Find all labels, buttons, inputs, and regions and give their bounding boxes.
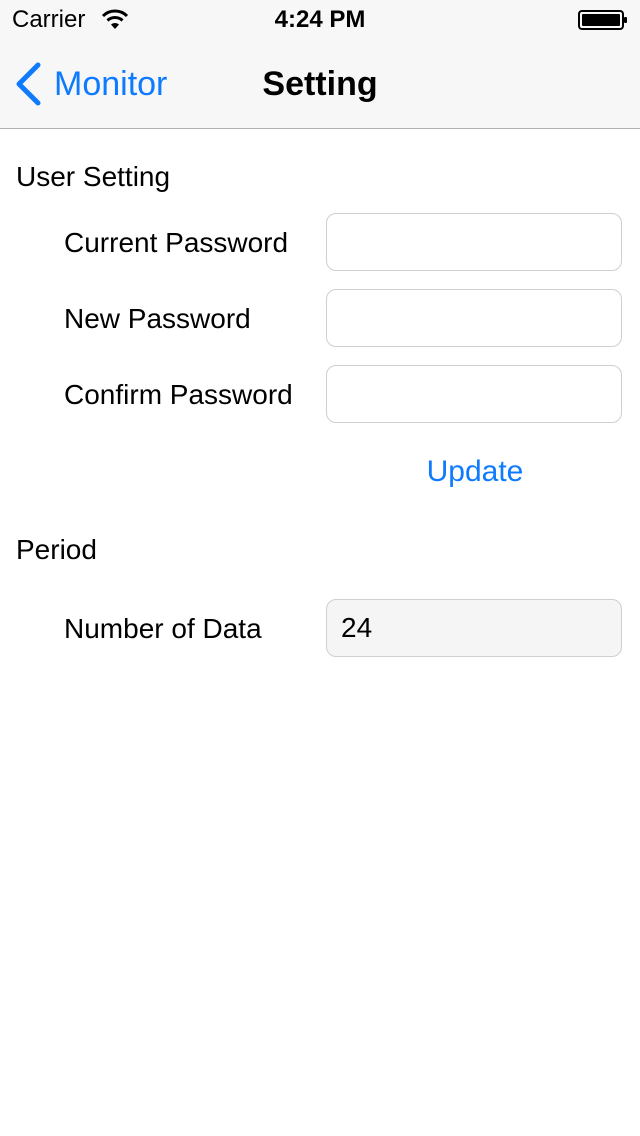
new-password-label: New Password [64, 303, 251, 334]
status-bar: Carrier 4:24 PM [0, 0, 640, 40]
confirm-password-label: Confirm Password [64, 379, 293, 410]
number-of-data-field[interactable] [326, 599, 622, 657]
current-password-label: Current Password [64, 227, 289, 258]
section-title-user-setting: User Setting [16, 161, 171, 192]
battery-icon [578, 10, 627, 30]
update-button[interactable]: Update [326, 454, 624, 490]
current-password-field[interactable] [326, 213, 622, 271]
new-password-field[interactable] [326, 289, 622, 347]
page-title: Setting [262, 65, 378, 103]
status-time: 4:24 PM [274, 6, 366, 33]
number-of-data-label: Number of Data [64, 613, 262, 644]
confirm-password-field[interactable] [326, 365, 622, 423]
navigation-bar: Monitor Setting [0, 40, 640, 129]
section-title-period: Period [16, 534, 97, 565]
settings-screen: Carrier 4:24 PM Monitor Setting User Set… [0, 0, 640, 1136]
